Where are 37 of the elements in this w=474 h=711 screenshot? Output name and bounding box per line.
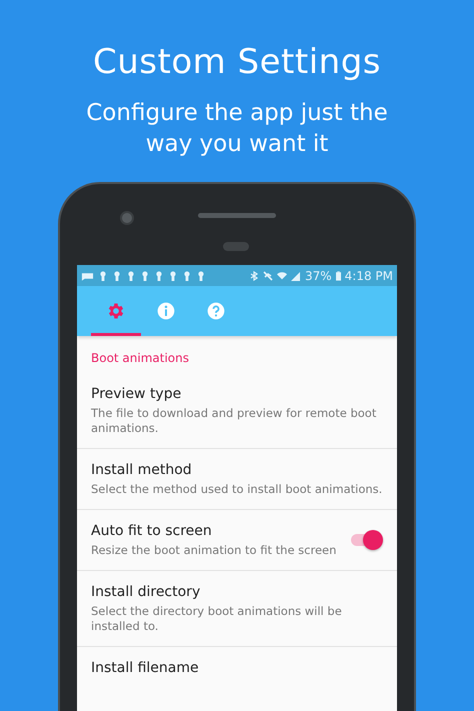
setting-title: Preview type — [91, 385, 182, 404]
status-time: 4:18 PM — [344, 268, 393, 282]
subheadline: Configure the app just the way you want it — [85, 99, 389, 159]
setting-summary: Select the directory boot animations will be installed to. — [91, 604, 343, 634]
setting-title: Install directory — [91, 583, 202, 602]
setting-title: Install method — [91, 461, 193, 480]
info-icon — [156, 301, 176, 321]
setting-summary: Resize the boot animation to fit the screen — [91, 543, 338, 558]
notification-icon — [142, 270, 148, 280]
signal-icon — [290, 270, 301, 280]
settings-row[interactable]: Install directory Select the directory boot animations will be installed to. — [77, 571, 397, 647]
notification-icon — [198, 270, 204, 280]
notification-icon — [128, 270, 134, 280]
settings-row[interactable]: Preview type The file to download and preview for remote boot animations. — [77, 373, 397, 449]
message-icon — [81, 270, 94, 280]
battery-icon — [336, 270, 341, 280]
bluetooth-icon — [248, 270, 259, 280]
help-icon — [206, 301, 226, 321]
wifi-icon — [276, 270, 287, 280]
setting-summary: Select the method used to install boot animations. — [91, 482, 383, 497]
battery-percent: 37% — [304, 268, 332, 282]
settings-row[interactable]: Install filename — [77, 647, 397, 690]
camera-icon — [120, 211, 134, 225]
settings-icon — [106, 301, 126, 321]
headline: Custom Settings — [92, 42, 382, 82]
settings-row[interactable]: Install method Select the method used to install boot animations. — [77, 449, 397, 510]
notification-icon — [184, 270, 190, 280]
notification-icon — [100, 270, 106, 280]
setting-title: Install filename — [91, 659, 200, 678]
notification-icon — [114, 270, 120, 280]
notification-icon — [156, 270, 162, 280]
sensor-icon — [223, 242, 249, 251]
setting-title: Auto fit to screen — [91, 522, 213, 541]
category-header: Boot animations — [90, 350, 190, 367]
notification-icon — [170, 270, 176, 280]
settings-row[interactable]: Auto fit to screen Resize the boot animation to fit the screen — [77, 510, 397, 571]
setting-summary: The file to download and preview for remote boot animations. — [91, 406, 378, 436]
